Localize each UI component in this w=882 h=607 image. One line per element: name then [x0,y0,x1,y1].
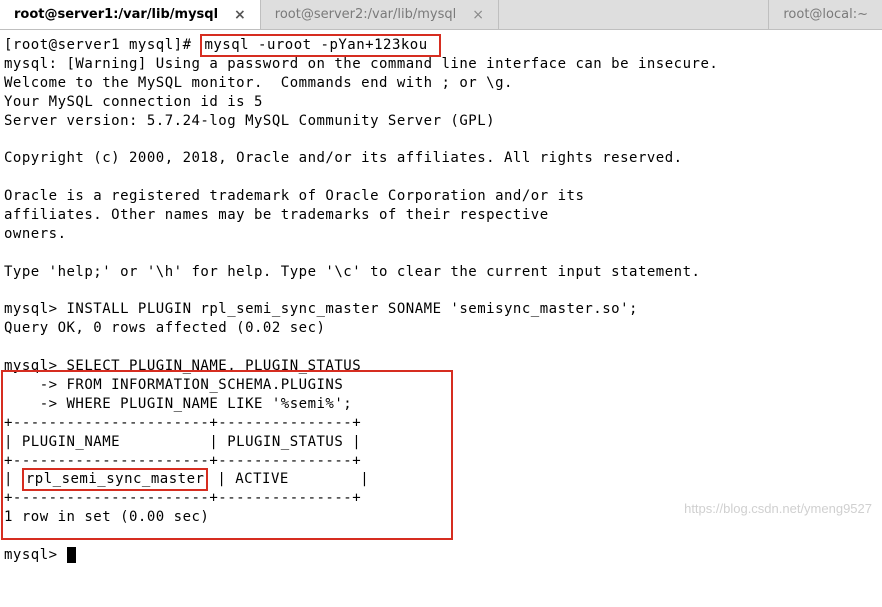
table-separator: +----------------------+---------------+ [4,415,361,431]
highlighted-plugin-name: rpl_semi_sync_master [22,468,209,491]
output-line: affiliates. Other names may be trademark… [4,207,549,223]
highlighted-command: mysql -uroot -pYan+123kou [200,34,440,57]
tab-label: root@server2:/var/lib/mysql [275,7,456,22]
shell-prompt: [root@server1 mysql]# [4,37,200,53]
output-line: Copyright (c) 2000, 2018, Oracle and/or … [4,150,683,166]
query-line: -> WHERE PLUGIN_NAME LIKE '%semi%'; [4,396,352,412]
mysql-prompt: mysql> [4,547,67,563]
terminal-output[interactable]: [root@server1 mysql]# mysql -uroot -pYan… [0,30,882,607]
close-icon[interactable]: × [234,7,246,23]
tab-label: root@local:~ [783,7,868,22]
output-line: mysql> INSTALL PLUGIN rpl_semi_sync_mast… [4,301,638,317]
output-line: Oracle is a registered trademark of Orac… [4,188,584,204]
table-separator: +----------------------+---------------+ [4,453,361,469]
output-line: Welcome to the MySQL monitor. Commands e… [4,75,513,91]
query-line: -> FROM INFORMATION_SCHEMA.PLUGINS [4,377,343,393]
table-row-suffix: | ACTIVE | [208,471,369,487]
tab-label: root@server1:/var/lib/mysql [14,7,218,22]
table-row-prefix: | [4,471,22,487]
table-separator: +----------------------+---------------+ [4,490,361,506]
output-line: Query OK, 0 rows affected (0.02 sec) [4,320,325,336]
tab-bar: root@server1:/var/lib/mysql × root@serve… [0,0,882,30]
output-line: mysql: [Warning] Using a password on the… [4,56,718,72]
query-line: mysql> SELECT PLUGIN_NAME, PLUGIN_STATUS [4,358,361,374]
table-header: | PLUGIN_NAME | PLUGIN_STATUS | [4,434,361,450]
tab-server1[interactable]: root@server1:/var/lib/mysql × [0,0,261,29]
output-line: Type 'help;' or '\h' for help. Type '\c'… [4,264,700,280]
output-line: Your MySQL connection id is 5 [4,94,263,110]
tab-local[interactable]: root@local:~ [768,0,882,29]
cursor [67,547,76,563]
close-icon[interactable]: × [472,7,484,23]
output-line: owners. [4,226,67,242]
result-footer: 1 row in set (0.00 sec) [4,509,209,525]
output-line: Server version: 5.7.24-log MySQL Communi… [4,113,495,129]
tab-server2[interactable]: root@server2:/var/lib/mysql × [261,0,499,29]
